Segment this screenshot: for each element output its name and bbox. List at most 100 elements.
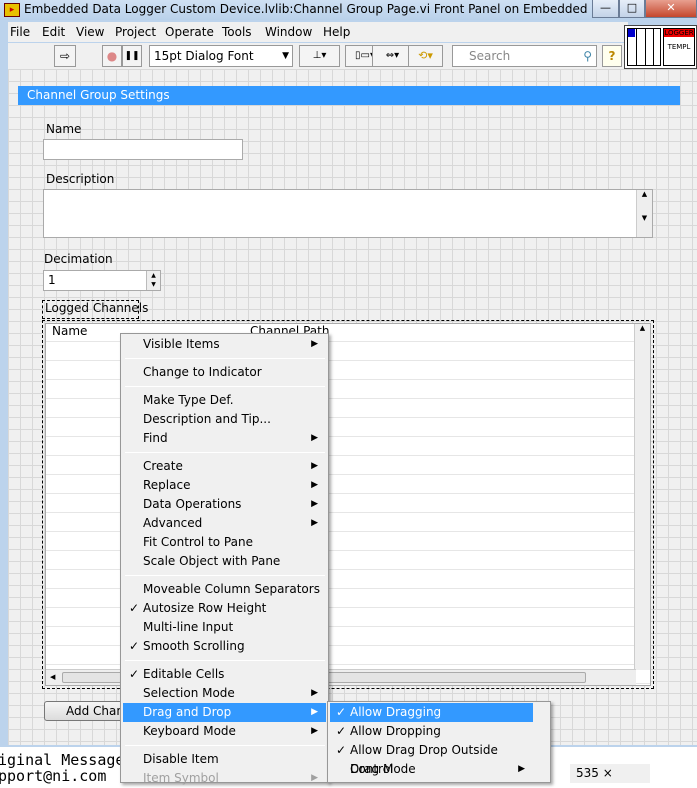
- menu-item-label: Description and Tip...: [143, 412, 271, 426]
- submenu-arrow-icon: ▶: [311, 773, 318, 783]
- menu-item-allow-drag-drop-outside-control[interactable]: ✓ Allow Drag Drop Outside Control: [330, 741, 533, 776]
- close-button[interactable]: ✕: [645, 0, 697, 18]
- menu-item-autosize-row-height[interactable]: ✓ Autosize Row Height: [123, 599, 326, 618]
- menu-tools[interactable]: Tools: [222, 25, 252, 39]
- icon-text-logger: LOGGER: [664, 29, 694, 37]
- menu-item-label: Advanced: [143, 516, 203, 530]
- submenu-arrow-icon: ▶: [518, 764, 525, 774]
- menu-item-create[interactable]: Create ▶: [123, 457, 326, 476]
- menu-separator: [125, 452, 325, 453]
- description-field[interactable]: ▲ ▼: [43, 189, 653, 238]
- search-input[interactable]: Search ⚲: [452, 45, 597, 67]
- menu-item-editable-cells[interactable]: ✓ Editable Cells: [123, 665, 326, 684]
- menu-item-label: Fit Control to Pane: [143, 535, 253, 549]
- vertical-scrollbar[interactable]: ▲: [634, 324, 650, 670]
- toolbar: ⇨ ● ❚❚ 15pt Dialog Font ▼ ⊥▾ ▯▭▾ ⇔▾ ⟲▾ Se…: [8, 43, 624, 69]
- labview-vi-icon: ▸: [4, 3, 20, 17]
- submenu-arrow-icon: ▶: [311, 433, 318, 443]
- description-scrollbar[interactable]: ▲ ▼: [636, 190, 652, 237]
- resize-objects-button[interactable]: ⇔▾: [372, 45, 413, 67]
- menu-item-scale-object-with-pane[interactable]: Scale Object with Pane: [123, 552, 326, 571]
- terminal-icon: [628, 29, 635, 37]
- column-header-name[interactable]: Name: [52, 324, 87, 338]
- menu-item-label: Change to Indicator: [143, 365, 262, 379]
- menu-file[interactable]: File: [10, 25, 30, 39]
- vi-icon-connector-pane[interactable]: LOGGER TEMPL: [624, 25, 697, 69]
- menu-item-disable-item[interactable]: Disable Item: [123, 750, 326, 769]
- menu-item-make-type-def[interactable]: Make Type Def.: [123, 391, 326, 410]
- chevron-down-icon: ▼: [282, 51, 289, 61]
- menu-item-smooth-scrolling[interactable]: ✓ Smooth Scrolling: [123, 637, 326, 656]
- menu-item-visible-items[interactable]: Visible Items ▶: [123, 335, 326, 354]
- menu-item-multi-line-input[interactable]: Multi-line Input: [123, 618, 326, 637]
- window-title: Embedded Data Logger Custom Device.lvlib…: [24, 2, 657, 16]
- section-header: Channel Group Settings: [18, 86, 680, 105]
- menu-edit[interactable]: Edit: [42, 25, 65, 39]
- menu-item-label: Moveable Column Separators: [143, 582, 320, 596]
- menu-view[interactable]: View: [76, 25, 104, 39]
- menu-item-allow-dragging[interactable]: ✓ Allow Dragging: [330, 703, 533, 722]
- menu-item-label: Visible Items: [143, 337, 220, 351]
- menu-item-allow-dropping[interactable]: ✓ Allow Dropping: [330, 722, 533, 741]
- menu-window[interactable]: Window: [265, 25, 312, 39]
- search-placeholder: Search: [469, 49, 511, 63]
- menu-item-fit-control-to-pane[interactable]: Fit Control to Pane: [123, 533, 326, 552]
- vi-icon: LOGGER TEMPL: [663, 28, 695, 66]
- description-label: Description: [46, 172, 115, 186]
- menu-separator: [125, 660, 325, 661]
- menu-item-moveable-column-separators[interactable]: Moveable Column Separators: [123, 580, 326, 599]
- title-bar[interactable]: ▸ Embedded Data Logger Custom Device.lvl…: [0, 0, 697, 20]
- menu-item-label: Smooth Scrolling: [143, 639, 245, 653]
- menu-item-drag-mode[interactable]: Drag Mode ▶: [330, 760, 533, 779]
- align-objects-button[interactable]: ⊥▾: [299, 45, 340, 67]
- checkmark-icon: ✓: [129, 639, 140, 653]
- menu-item-label: Data Operations: [143, 497, 242, 511]
- menu-item-change-to-indicator[interactable]: Change to Indicator: [123, 363, 326, 382]
- submenu-arrow-icon: ▶: [311, 480, 318, 490]
- checkmark-icon: ✓: [336, 743, 347, 757]
- menu-item-label: Find: [143, 431, 168, 445]
- minimize-button[interactable]: —: [592, 0, 619, 18]
- increment-decrement-icon[interactable]: ▲ ▼: [146, 271, 160, 290]
- help-icon[interactable]: ?: [602, 45, 622, 67]
- menu-help[interactable]: Help: [323, 25, 350, 39]
- name-label: Name: [46, 122, 82, 136]
- menu-item-data-operations[interactable]: Data Operations ▶: [123, 495, 326, 514]
- menu-item-keyboard-mode[interactable]: Keyboard Mode ▶: [123, 722, 326, 741]
- menu-item-label: Editable Cells: [143, 667, 225, 681]
- menu-item-selection-mode[interactable]: Selection Mode ▶: [123, 684, 326, 703]
- menu-item-find[interactable]: Find ▶: [123, 429, 326, 448]
- submenu-arrow-icon: ▶: [311, 339, 318, 349]
- menu-item-drag-and-drop[interactable]: Drag and Drop ▶: [123, 703, 326, 722]
- menu-project[interactable]: Project: [115, 25, 156, 39]
- menu-item-description-and-tip[interactable]: Description and Tip...: [123, 410, 326, 429]
- font-select[interactable]: 15pt Dialog Font ▼: [149, 45, 293, 67]
- size-readout: 535 ×: [570, 764, 650, 783]
- maximize-button[interactable]: □: [619, 0, 645, 18]
- logged-channels-label: Logged Channels: [42, 300, 148, 319]
- reorder-button[interactable]: ⟲▾: [408, 45, 443, 67]
- menu-item-label: Multi-line Input: [143, 620, 234, 634]
- decimation-value: 1: [48, 273, 56, 287]
- menu-item-replace[interactable]: Replace ▶: [123, 476, 326, 495]
- menu-operate[interactable]: Operate: [165, 25, 214, 39]
- search-icon: ⚲: [583, 49, 592, 63]
- pause-icon[interactable]: ❚❚: [122, 45, 142, 67]
- abort-icon[interactable]: ●: [102, 45, 122, 67]
- submenu-arrow-icon: ▶: [311, 707, 318, 717]
- menu-item-advanced[interactable]: Advanced ▶: [123, 514, 326, 533]
- menu-item-label: Allow Dragging: [350, 705, 442, 719]
- menu-separator: [125, 575, 325, 576]
- drag-and-drop-submenu: ✓ Allow Dragging ✓ Allow Dropping ✓ Allow Dra…: [327, 701, 551, 783]
- submenu-arrow-icon: ▶: [311, 518, 318, 528]
- menu-item-label: Make Type Def.: [143, 393, 234, 407]
- menu-separator: [125, 358, 325, 359]
- checkmark-icon: ✓: [336, 724, 347, 738]
- menu-item-label: Drag Mode: [350, 762, 416, 776]
- font-value: 15pt Dialog Font: [154, 49, 254, 63]
- checkmark-icon: ✓: [129, 601, 140, 615]
- decimation-field[interactable]: 1 ▲ ▼: [43, 270, 161, 291]
- name-field[interactable]: [43, 139, 243, 160]
- icon-text-templ: TEMPL: [667, 43, 691, 51]
- run-arrow-icon[interactable]: ⇨: [54, 45, 76, 67]
